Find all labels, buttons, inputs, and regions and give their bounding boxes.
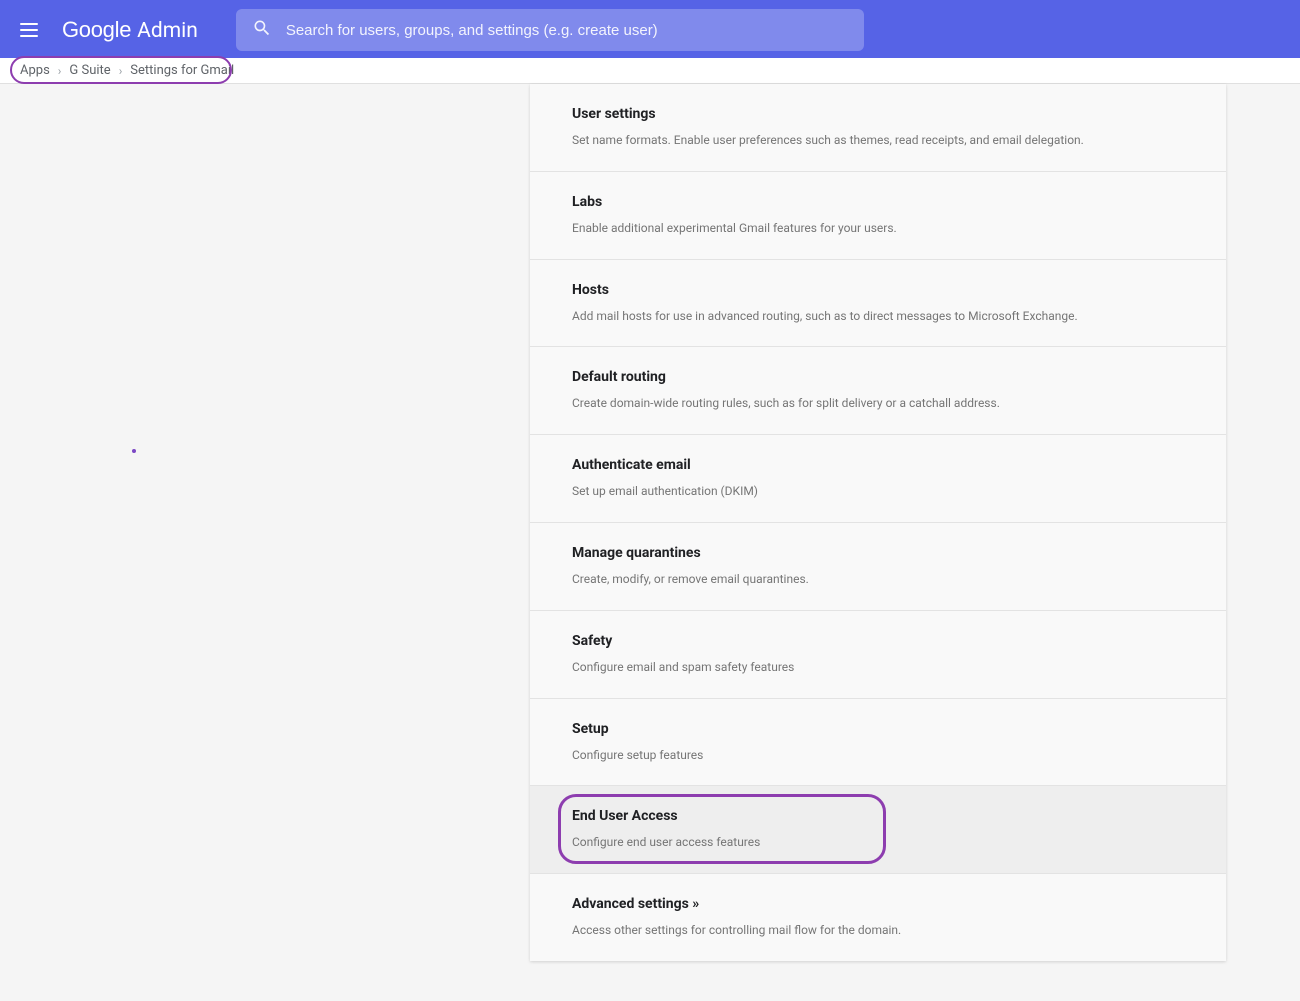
- settings-item-title: User settings: [572, 106, 1184, 122]
- settings-item-title: Authenticate email: [572, 457, 1184, 473]
- settings-item-title: Labs: [572, 194, 1184, 210]
- breadcrumb-apps[interactable]: Apps: [20, 63, 50, 78]
- settings-item-desc: Create domain-wide routing rules, such a…: [572, 395, 1184, 412]
- settings-item-hosts[interactable]: Hosts Add mail hosts for use in advanced…: [530, 259, 1226, 347]
- settings-item-desc: Enable additional experimental Gmail fea…: [572, 220, 1184, 237]
- settings-item-user-settings[interactable]: User settings Set name formats. Enable u…: [530, 84, 1226, 171]
- settings-item-default-routing[interactable]: Default routing Create domain-wide routi…: [530, 346, 1226, 434]
- settings-item-manage-quarantines[interactable]: Manage quarantines Create, modify, or re…: [530, 522, 1226, 610]
- breadcrumb: Apps › G Suite › Settings for Gmail: [0, 58, 1300, 84]
- settings-item-desc: Add mail hosts for use in advanced routi…: [572, 308, 1184, 325]
- search-input[interactable]: [286, 22, 848, 39]
- settings-item-setup[interactable]: Setup Configure setup features: [530, 698, 1226, 786]
- settings-item-advanced-settings[interactable]: Advanced settings » Access other setting…: [530, 873, 1226, 961]
- chevron-right-icon: ›: [58, 64, 62, 78]
- settings-item-authenticate-email[interactable]: Authenticate email Set up email authenti…: [530, 434, 1226, 522]
- settings-item-desc: Access other settings for controlling ma…: [572, 922, 1184, 939]
- settings-item-desc: Create, modify, or remove email quaranti…: [572, 571, 1184, 588]
- settings-item-labs[interactable]: Labs Enable additional experimental Gmai…: [530, 171, 1226, 259]
- settings-item-desc: Set name formats. Enable user preference…: [572, 132, 1184, 149]
- content-area: User settings Set name formats. Enable u…: [0, 84, 1300, 1001]
- settings-item-title: Setup: [572, 721, 1184, 737]
- settings-item-desc: Configure setup features: [572, 747, 1184, 764]
- breadcrumb-settings-gmail[interactable]: Settings for Gmail: [130, 63, 234, 78]
- menu-icon[interactable]: [20, 18, 44, 42]
- settings-item-end-user-access[interactable]: End User Access Configure end user acces…: [530, 785, 1226, 873]
- search-icon: [252, 18, 272, 42]
- stray-dot: [132, 449, 136, 453]
- settings-item-title: Safety: [572, 633, 1184, 649]
- settings-list: User settings Set name formats. Enable u…: [530, 84, 1226, 961]
- search-box[interactable]: [236, 9, 864, 51]
- settings-item-title: Manage quarantines: [572, 545, 1184, 561]
- logo-text-admin: Admin: [137, 19, 198, 43]
- logo-text-google: Google: [62, 17, 131, 43]
- settings-item-title: Advanced settings »: [572, 896, 1184, 912]
- settings-item-title: Default routing: [572, 369, 1184, 385]
- chevron-right-icon: ›: [119, 64, 123, 78]
- breadcrumb-gsuite[interactable]: G Suite: [69, 63, 110, 78]
- settings-item-safety[interactable]: Safety Configure email and spam safety f…: [530, 610, 1226, 698]
- settings-item-title: End User Access: [572, 808, 1184, 824]
- highlight-ring: [558, 794, 886, 864]
- settings-item-desc: Set up email authentication (DKIM): [572, 483, 1184, 500]
- settings-item-title: Hosts: [572, 282, 1184, 298]
- logo[interactable]: Google Admin: [62, 17, 198, 43]
- settings-item-desc: Configure email and spam safety features: [572, 659, 1184, 676]
- app-header: Google Admin: [0, 2, 1300, 58]
- settings-item-desc: Configure end user access features: [572, 834, 1184, 851]
